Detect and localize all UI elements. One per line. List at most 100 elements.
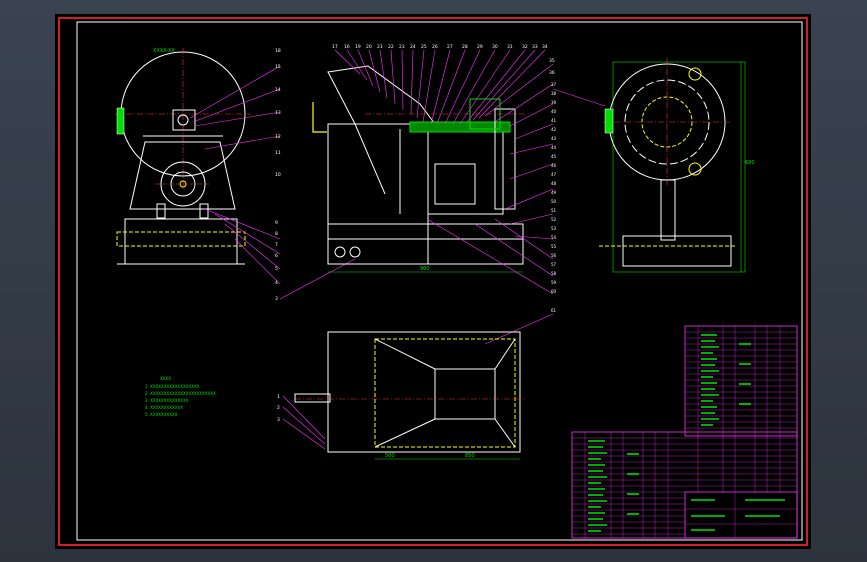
plan-diag1 [374, 338, 436, 370]
bolt-left [156, 203, 166, 219]
part-no: 23 [399, 44, 405, 50]
leader [509, 213, 554, 225]
note-line: 3. XXXXXXXXXXXXXX [145, 398, 189, 403]
motor-housing [427, 128, 504, 215]
hopper [327, 65, 436, 125]
part-no: 12 [275, 134, 281, 140]
leader [189, 65, 281, 119]
part-no: 35 [549, 58, 555, 64]
part-no: 31 [507, 44, 513, 50]
part-no: 9 [275, 220, 278, 226]
part-no: 47 [551, 172, 557, 177]
part-no: 21 [377, 44, 383, 50]
part-no: 32 [522, 44, 528, 50]
part-no: 41 [551, 118, 557, 123]
leader [390, 49, 396, 105]
wheel-mid [349, 246, 361, 258]
part-no: 56 [551, 253, 557, 258]
right-outline [612, 61, 746, 273]
plan-diag2 [494, 338, 516, 370]
leader [504, 188, 554, 210]
part-no: 42 [551, 127, 557, 132]
part-no: 7 [275, 242, 278, 248]
part-no: 28 [462, 44, 468, 50]
part-no: 8 [275, 231, 278, 237]
part-no: 57 [551, 262, 557, 267]
leader [509, 103, 554, 127]
plan-shaft [294, 393, 331, 403]
part-no: 16 [344, 44, 350, 50]
base-block [124, 218, 238, 265]
part-no: 5 [275, 266, 278, 272]
leader [379, 49, 388, 99]
part-no: 46 [551, 163, 557, 168]
part-no: 61 [551, 308, 557, 313]
part-no: 10 [275, 172, 281, 178]
front-view-leaders [334, 49, 606, 345]
support-column [660, 179, 676, 241]
leader [282, 406, 326, 445]
part-no: 26 [432, 44, 438, 50]
part-no: 15 [275, 64, 281, 70]
right-base [622, 235, 732, 267]
part-no: 19 [355, 44, 361, 50]
leader [436, 49, 466, 125]
part-no: 40 [551, 109, 557, 114]
part-no: 49 [551, 190, 557, 195]
part-no: 2 [277, 405, 280, 411]
jaw-plate [354, 123, 386, 195]
note-line: 4. XXXXXXXXXXXX [145, 405, 183, 410]
right-side-view: 680 [599, 58, 755, 273]
part-no: 53 [551, 226, 557, 231]
plan-diag4 [494, 418, 516, 448]
leader [422, 49, 436, 123]
leader [401, 49, 404, 111]
part-no: 3 [275, 296, 278, 302]
note-line: 1. XXXXXXXXXXXXXXXXXX [145, 384, 200, 389]
leader [514, 123, 554, 140]
right-handle [604, 108, 614, 134]
left-handle [116, 107, 125, 135]
base-foot [116, 231, 246, 247]
leader [368, 49, 381, 93]
part-no: 13 [275, 110, 281, 116]
leader [214, 213, 281, 255]
leader [509, 143, 554, 155]
drawing-sheet: XXXX-XX 900 17 16 19 20 21 22 23 24 25 2… [55, 14, 811, 549]
part-no: 20 [366, 44, 372, 50]
leader [552, 88, 606, 107]
part-no: 18 [275, 48, 281, 54]
part-no: 52 [551, 217, 557, 222]
part-no: 33 [532, 44, 538, 50]
front-top-labels: 17 16 19 20 21 22 23 24 25 26 27 28 29 3… [332, 44, 555, 76]
leader [279, 258, 356, 300]
front-right-labels: 37 38 39 40 41 42 43 44 45 46 47 48 49 5… [551, 82, 557, 313]
bom-text-marks [588, 334, 785, 532]
tech-notes: XXXX 1. XXXXXXXXXXXXXXXXXX 2. XXXXXXXXXX… [145, 376, 216, 417]
plan-outline [327, 331, 521, 453]
part-no: 51 [551, 208, 557, 213]
cad-drawing: XXXX-XX 900 17 16 19 20 21 22 23 24 25 2… [58, 17, 808, 546]
plan-center [434, 368, 496, 420]
leader [430, 49, 451, 125]
part-no: 55 [551, 244, 557, 249]
part-no: 36 [549, 70, 555, 76]
feed-pipe [312, 102, 327, 133]
leader [509, 163, 554, 180]
note-line: 5. XXXXXXXXXX [145, 412, 178, 417]
part-no: 43 [551, 136, 557, 141]
base-frame [327, 223, 524, 265]
plan-diag3 [374, 418, 436, 448]
leader [410, 49, 414, 115]
part-no: 45 [551, 154, 557, 159]
note-line: 2. XXXXXXXXXXXXXXXXXXXXXXXX [145, 391, 216, 396]
part-no: 14 [275, 87, 281, 93]
leader [494, 83, 554, 123]
part-no: 48 [551, 181, 557, 186]
leader [444, 49, 481, 125]
leader [234, 238, 281, 285]
parts-list [571, 325, 798, 539]
left-side-view: XXXX-XX [115, 48, 251, 265]
part-no: 54 [551, 235, 557, 240]
inner-border [76, 21, 803, 541]
